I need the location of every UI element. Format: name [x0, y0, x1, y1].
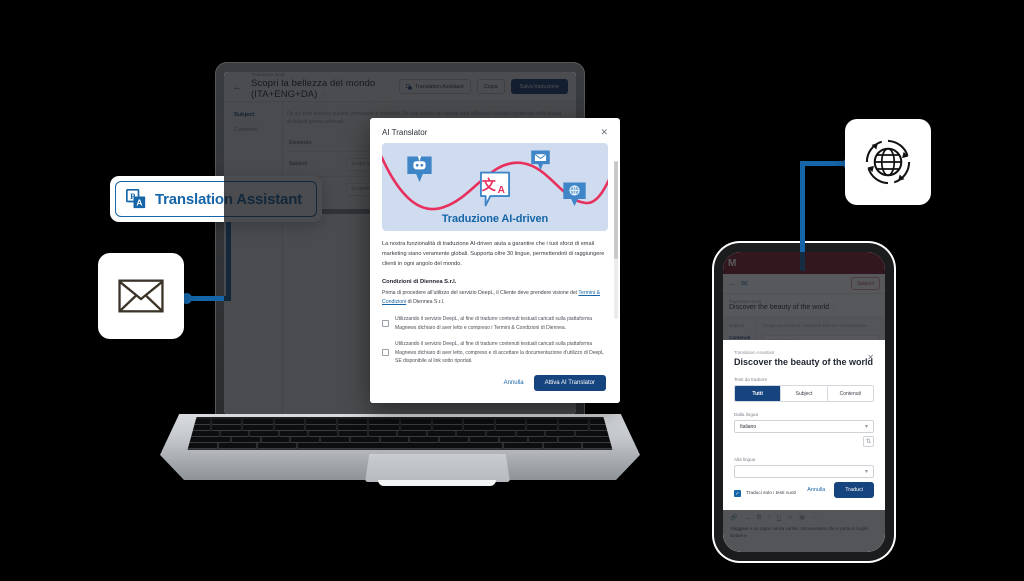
envelope-card	[98, 253, 184, 339]
ai-translator-dialog: AI Translator ✕ 文 A Traduzione AI-driven…	[370, 118, 620, 403]
scrollbar[interactable]	[614, 161, 618, 319]
banner-caption: Traduzione AI-driven	[441, 213, 549, 225]
dialog-banner: 文 A Traduzione AI-driven	[382, 143, 608, 231]
chevron-down-icon: ▾	[864, 424, 868, 430]
scrollbar-thumb[interactable]	[614, 161, 618, 259]
envelope-bubble-icon	[531, 150, 550, 171]
consent-label-2: Utilizzando il servizio DeepL, al fine d…	[395, 341, 604, 365]
terms-intro: Prima di procedere all'utilizzo del serv…	[382, 289, 608, 307]
from-language-label: Dalla lingua	[734, 412, 759, 417]
globe-rotate-icon	[865, 139, 911, 185]
consent-row-2: Utilizzando il servizio DeepL, al fine d…	[382, 340, 608, 366]
segment-subject[interactable]: Subject	[781, 386, 828, 401]
sheet-title: Discover the beauty of the world	[734, 357, 874, 367]
segment-tutti[interactable]: Tutti	[735, 386, 782, 401]
dialog-content: 文 A Traduzione AI-driven La nostra funzi…	[370, 143, 620, 367]
terms-heading: Condizioni di Diennea S.r.l.	[382, 279, 457, 286]
consent-checkbox-2[interactable]	[382, 349, 389, 357]
from-language-select[interactable]: Italiano ▾	[734, 420, 874, 433]
translate-icon: P A	[126, 189, 146, 209]
segment-contenuti[interactable]: Contenuti	[827, 386, 873, 401]
phone-screen: M ← ✉ Subject Traduzione email Discover …	[723, 252, 885, 552]
svg-text:A: A	[136, 198, 142, 208]
close-icon[interactable]: ✕	[867, 353, 874, 362]
consent-row-1: Utilizzando il servizio DeepL, al fine d…	[382, 315, 608, 332]
empty-texts-checkbox[interactable]: ✓	[734, 490, 741, 497]
robot-bubble-icon	[407, 155, 432, 183]
to-language-select[interactable]: ▾	[734, 465, 874, 478]
scene: ← Traduzione email Scopri la bellezza de…	[0, 0, 1024, 581]
connector-right-horizontal	[800, 161, 848, 166]
key-row	[187, 431, 613, 436]
dialog-paragraph: La nostra funzionalità di traduzione AI-…	[382, 241, 605, 267]
consent-checkbox-1[interactable]	[382, 320, 389, 328]
sheet-eyebrow: Translation Assistant	[734, 350, 775, 355]
key-row	[187, 425, 613, 430]
globe-card	[845, 119, 931, 205]
sheet-cancel-button[interactable]: Annulla	[807, 487, 825, 493]
texts-to-translate-label: Testi da tradurre	[734, 377, 768, 382]
key-row	[187, 437, 613, 442]
to-language-label: Alla lingua	[734, 457, 756, 462]
key-row	[187, 419, 613, 424]
terms-intro-text-a: Prima di procedere all'utilizzo del serv…	[382, 290, 579, 297]
activate-ai-translator-button[interactable]: Attiva AI Translator	[533, 375, 606, 391]
globe-bubble-icon	[563, 182, 586, 207]
laptop-trackpad	[365, 454, 510, 482]
texts-segmented-control: Tutti Subject Contenuti	[734, 385, 874, 402]
svg-text:文: 文	[482, 177, 497, 194]
laptop-front-notch	[378, 480, 496, 486]
key-row	[187, 443, 613, 448]
empty-texts-label: Traduci solo i testi vuoti	[746, 491, 796, 496]
dialog-header: AI Translator ✕	[370, 118, 620, 143]
cancel-button[interactable]: Annulla	[504, 380, 524, 386]
dialog-footer: Annulla Attiva AI Translator	[370, 367, 620, 403]
laptop-keyboard	[187, 417, 613, 450]
sheet-footer: Annulla Traduci	[807, 482, 874, 498]
svg-text:A: A	[498, 185, 506, 196]
translation-assistant-sheet: Translation Assistant Discover the beaut…	[723, 340, 885, 510]
phone-device: M ← ✉ Subject Traduzione email Discover …	[714, 243, 894, 561]
swap-languages-icon[interactable]: ⇅	[863, 436, 874, 447]
envelope-icon	[118, 279, 164, 313]
chevron-down-icon: ▾	[864, 469, 868, 475]
terms-intro-text-b: di Diennea S.r.l.	[406, 299, 445, 306]
sheet-translate-button[interactable]: Traduci	[834, 482, 874, 498]
dialog-title: AI Translator	[382, 128, 428, 137]
close-icon[interactable]: ✕	[600, 128, 608, 137]
keyboard-keys	[187, 419, 613, 448]
translate-bubble-icon: 文 A	[479, 171, 511, 207]
consent-label-1: Utilizzando il servizio DeepL, al fine d…	[395, 316, 593, 331]
